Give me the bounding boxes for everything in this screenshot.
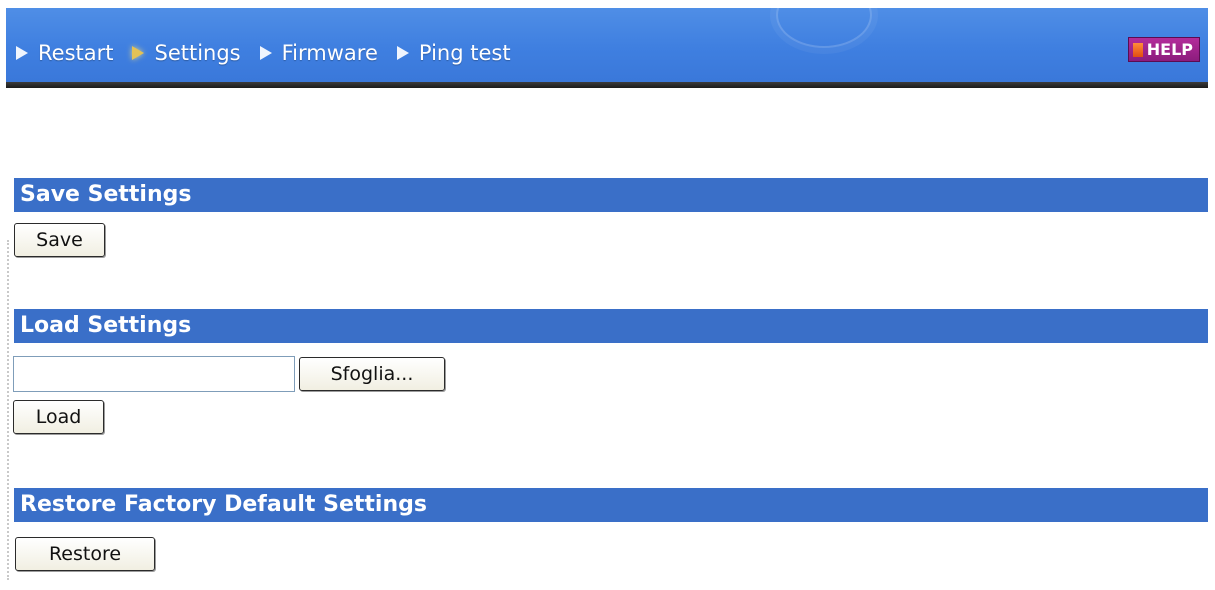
decorative-swirl (776, 8, 872, 48)
load-button[interactable]: Load (13, 400, 104, 434)
left-border (7, 240, 9, 580)
save-button[interactable]: Save (14, 223, 105, 257)
help-icon (1132, 42, 1143, 57)
nav-item-label: Settings (154, 41, 241, 65)
top-navigation-bar: Restart Settings Firmware Ping test HELP (6, 8, 1208, 82)
nav-item-settings[interactable]: Settings (132, 41, 241, 65)
nav-item-label: Firmware (281, 41, 378, 65)
browse-button[interactable]: Sfoglia... (299, 357, 445, 391)
restore-settings-header: Restore Factory Default Settings (14, 488, 1208, 522)
arrow-icon-active (132, 46, 145, 60)
arrow-icon (259, 46, 272, 60)
nav-item-ping-test[interactable]: Ping test (396, 41, 511, 65)
arrow-icon (396, 46, 409, 60)
nav-item-label: Restart (38, 41, 114, 65)
settings-file-input[interactable] (13, 356, 295, 392)
help-button[interactable]: HELP (1127, 37, 1200, 62)
nav-menu: Restart Settings Firmware Ping test (16, 39, 530, 67)
header-divider (6, 82, 1208, 88)
save-settings-header: Save Settings (14, 178, 1208, 212)
nav-item-restart[interactable]: Restart (16, 41, 113, 65)
load-settings-header: Load Settings (14, 309, 1208, 343)
arrow-icon (16, 46, 28, 60)
nav-item-firmware[interactable]: Firmware (259, 41, 378, 65)
restore-button[interactable]: Restore (15, 537, 155, 571)
nav-item-label: Ping test (418, 41, 511, 65)
help-label: HELP (1146, 40, 1193, 59)
